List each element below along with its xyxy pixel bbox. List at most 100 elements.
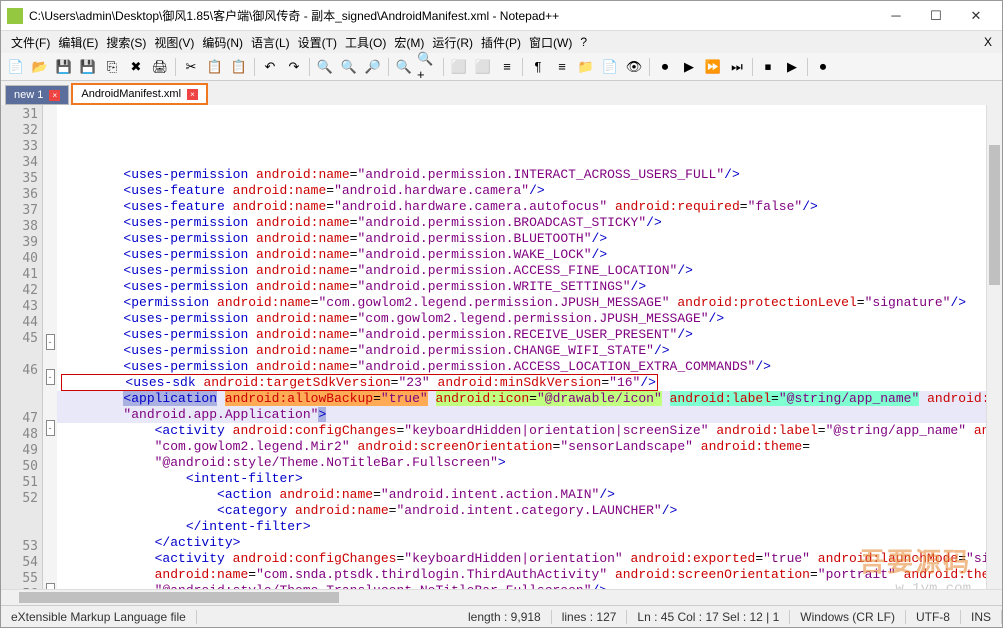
status-insert-mode: INS [961, 610, 1002, 624]
code-view[interactable]: 吾要源码 w 1ym.com <uses-permission android:… [57, 105, 986, 589]
menu-item[interactable]: 文件(F) [7, 34, 54, 51]
code-line[interactable]: <category android:name="android.intent.c… [57, 503, 986, 519]
toolbar-button[interactable]: 👁 [623, 56, 645, 78]
toolbar-button[interactable]: ≡ [551, 56, 573, 78]
toolbar-button[interactable]: ≡ [496, 56, 518, 78]
code-line[interactable]: "@android:style/Theme.NoTitleBar.Fullscr… [57, 455, 986, 471]
status-length: length : 9,918 [458, 610, 552, 624]
editor-tab[interactable]: new 1× [5, 85, 69, 105]
vertical-scrollbar[interactable] [986, 105, 1002, 589]
toolbar-button[interactable]: 📁 [575, 56, 597, 78]
code-line[interactable]: <uses-permission android:name="com.gowlo… [57, 311, 986, 327]
code-line[interactable]: "android.app.Application"> [57, 407, 986, 423]
fold-toggle[interactable]: - [46, 334, 55, 350]
fold-toggle[interactable]: - [46, 369, 55, 385]
toolbar-button[interactable]: ⬜ [472, 56, 494, 78]
code-line[interactable]: </activity> [57, 535, 986, 551]
toolbar-button[interactable]: ⏭ [726, 56, 748, 78]
fold-column: ----- [43, 105, 57, 589]
toolbar-button[interactable]: 🔍 [314, 56, 336, 78]
menu-item[interactable]: 语言(L) [247, 34, 294, 51]
toolbar-button[interactable]: 🔍+ [417, 56, 439, 78]
toolbar-button[interactable]: ⏺ [812, 56, 834, 78]
menu-item[interactable]: 窗口(W) [525, 34, 576, 51]
code-line[interactable]: <uses-permission android:name="android.p… [57, 263, 986, 279]
menubar-close[interactable]: X [980, 35, 996, 49]
menu-bar: 文件(F)编辑(E)搜索(S)视图(V)编码(N)语言(L)设置(T)工具(O)… [1, 31, 1002, 53]
toolbar-button[interactable]: ⏩ [702, 56, 724, 78]
maximize-button[interactable]: ☐ [916, 2, 956, 30]
menu-item[interactable]: 设置(T) [294, 34, 341, 51]
code-line[interactable]: <uses-permission android:name="android.p… [57, 247, 986, 263]
menu-item[interactable]: 插件(P) [477, 34, 525, 51]
toolbar-button[interactable]: 🔎 [362, 56, 384, 78]
close-button[interactable]: ✕ [956, 2, 996, 30]
window-title: C:\Users\admin\Desktop\御风1.85\客户端\御风传奇 -… [29, 7, 876, 24]
toolbar: 📄📂💾💾⎘✖🖨✂📋📋↶↷🔍🔍🔎🔍🔍+⬜⬜≡¶≡📁📄👁⏺▶⏩⏭⏹▶⏺ [1, 53, 1002, 81]
code-line[interactable]: <permission android:name="com.gowlom2.le… [57, 295, 986, 311]
tab-bar: new 1×AndroidManifest.xml× [1, 81, 1002, 105]
tab-close-icon[interactable]: × [49, 90, 60, 101]
code-line[interactable]: <activity android:configChanges="keyboar… [57, 551, 986, 567]
horizontal-scrollbar[interactable] [1, 589, 1002, 605]
code-line[interactable]: <uses-permission android:name="android.p… [57, 327, 986, 343]
toolbar-button[interactable]: ↷ [283, 56, 305, 78]
scrollbar-thumb[interactable] [989, 145, 1000, 285]
code-line[interactable]: <uses-permission android:name="android.p… [57, 215, 986, 231]
toolbar-button[interactable]: ▶ [678, 56, 700, 78]
status-bar: eXtensible Markup Language file length :… [1, 605, 1002, 627]
toolbar-button[interactable]: 💾 [77, 56, 99, 78]
toolbar-button[interactable]: ✂ [180, 56, 202, 78]
code-line[interactable]: <activity android:configChanges="keyboar… [57, 423, 986, 439]
code-line[interactable]: <uses-permission android:name="android.p… [57, 167, 986, 183]
toolbar-button[interactable]: 💾 [53, 56, 75, 78]
code-line[interactable]: <uses-permission android:name="android.p… [57, 231, 986, 247]
toolbar-button[interactable]: ⬜ [448, 56, 470, 78]
code-line[interactable]: <uses-feature android:name="android.hard… [57, 183, 986, 199]
fold-toggle[interactable]: - [46, 420, 55, 436]
tab-close-icon[interactable]: × [187, 89, 198, 100]
toolbar-button[interactable]: 🔍 [393, 56, 415, 78]
toolbar-button[interactable]: ⎘ [101, 56, 123, 78]
minimize-button[interactable]: ─ [876, 2, 916, 30]
toolbar-button[interactable]: 🔍 [338, 56, 360, 78]
toolbar-button[interactable]: 🖨 [149, 56, 171, 78]
code-line[interactable]: </intent-filter> [57, 519, 986, 535]
code-line[interactable]: <uses-permission android:name="android.p… [57, 279, 986, 295]
toolbar-button[interactable]: 📄 [599, 56, 621, 78]
scrollbar-thumb[interactable] [19, 592, 339, 603]
menu-item[interactable]: 宏(M) [390, 34, 428, 51]
toolbar-button[interactable]: ⏺ [654, 56, 676, 78]
menu-item[interactable]: 工具(O) [341, 34, 390, 51]
toolbar-button[interactable]: ¶ [527, 56, 549, 78]
menu-item[interactable]: 搜索(S) [102, 34, 150, 51]
status-position: Ln : 45 Col : 17 Sel : 12 | 1 [627, 610, 790, 624]
code-line[interactable]: <uses-permission android:name="android.p… [57, 359, 986, 375]
toolbar-button[interactable]: 📄 [5, 56, 27, 78]
toolbar-button[interactable]: ✖ [125, 56, 147, 78]
menu-item[interactable]: 视图(V) [150, 34, 198, 51]
code-line[interactable]: <uses-feature android:name="android.hard… [57, 199, 986, 215]
code-line[interactable]: <application android:allowBackup="true" … [57, 391, 986, 407]
status-encoding: UTF-8 [906, 610, 961, 624]
code-line[interactable]: "com.gowlom2.legend.Mir2" android:screen… [57, 439, 986, 455]
status-eol: Windows (CR LF) [790, 610, 906, 624]
code-line[interactable]: android:name="com.snda.ptsdk.thirdlogin.… [57, 567, 986, 583]
menu-item[interactable]: ? [576, 35, 591, 49]
toolbar-button[interactable]: 📂 [29, 56, 51, 78]
code-line[interactable]: <uses-sdk android:targetSdkVersion="23" … [57, 375, 986, 391]
toolbar-button[interactable]: 📋 [204, 56, 226, 78]
code-line[interactable]: <intent-filter> [57, 471, 986, 487]
toolbar-button[interactable]: ⏹ [757, 56, 779, 78]
toolbar-button[interactable]: 📋 [228, 56, 250, 78]
menu-item[interactable]: 运行(R) [428, 34, 477, 51]
menu-item[interactable]: 编辑(E) [54, 34, 102, 51]
code-line[interactable]: <uses-permission android:name="android.p… [57, 343, 986, 359]
line-number-gutter: 3132333435363738394041424344454647484950… [1, 105, 43, 589]
editor-tab[interactable]: AndroidManifest.xml× [71, 83, 208, 105]
menu-item[interactable]: 编码(N) [198, 34, 247, 51]
title-bar: C:\Users\admin\Desktop\御风1.85\客户端\御风传奇 -… [1, 1, 1002, 31]
toolbar-button[interactable]: ▶ [781, 56, 803, 78]
toolbar-button[interactable]: ↶ [259, 56, 281, 78]
code-line[interactable]: <action android:name="android.intent.act… [57, 487, 986, 503]
